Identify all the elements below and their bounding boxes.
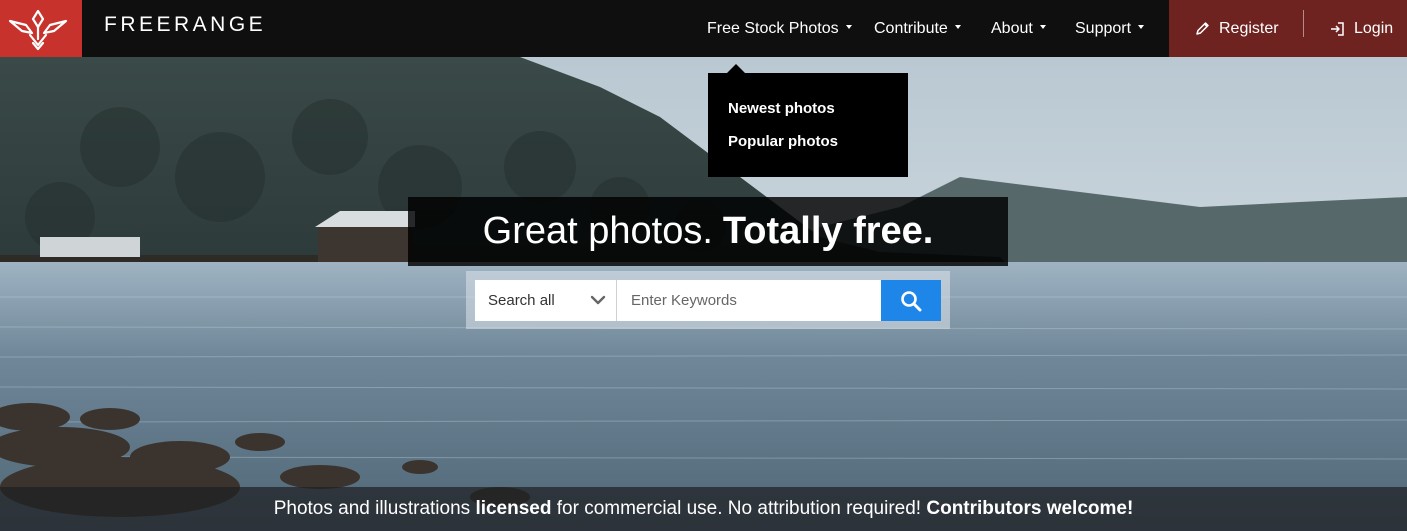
tagline-bold2: Contributors welcome! <box>926 498 1134 519</box>
headline-bold: Totally free. <box>722 210 934 252</box>
nav-label: Contribute <box>874 19 948 37</box>
search-input[interactable] <box>617 280 881 321</box>
top-navigation-bar: FREERANGE Free Stock Photos Contribute A… <box>0 0 1407 57</box>
caret-down-icon <box>845 24 852 29</box>
caret-down-icon <box>1138 24 1145 29</box>
tagline-part1: Photos and illustrations <box>273 498 476 519</box>
search-icon <box>901 290 922 311</box>
login-icon <box>1331 21 1344 36</box>
tagline-part2: for commercial use. No attribution requi… <box>551 498 927 519</box>
tagline-bar: Photos and illustrations licensed for co… <box>0 487 1407 531</box>
register-button[interactable]: Register <box>1195 0 1279 57</box>
nav-contribute[interactable]: Contribute <box>874 0 961 57</box>
auth-area: Register Login <box>1169 0 1407 57</box>
pencil-icon <box>1196 22 1209 35</box>
login-label: Login <box>1354 19 1394 37</box>
logo[interactable] <box>0 0 82 57</box>
dropdown-item-popular-photos[interactable]: Popular photos <box>728 133 838 150</box>
divider <box>1303 10 1304 37</box>
search-button[interactable] <box>881 280 941 321</box>
login-button[interactable]: Login <box>1329 0 1393 57</box>
nav-about[interactable]: About <box>991 0 1046 57</box>
search-bar: Search all <box>466 271 950 329</box>
nav-label: About <box>991 19 1033 37</box>
nav-label: Support <box>1075 19 1132 37</box>
dropdown-item-newest-photos[interactable]: Newest photos <box>728 100 835 117</box>
search-category-select[interactable]: Search all <box>475 280 617 321</box>
hero-banner: Great photos. Totally free. Search all P… <box>0 57 1407 531</box>
register-label: Register <box>1219 19 1279 37</box>
nav-label: Free Stock Photos <box>707 19 839 37</box>
free-stock-photos-dropdown: Newest photos Popular photos <box>708 64 908 177</box>
caret-down-icon <box>1039 24 1046 29</box>
nav-support[interactable]: Support <box>1075 0 1145 57</box>
winged-bird-logo-icon <box>8 9 68 51</box>
chevron-down-icon <box>590 295 606 305</box>
brand-name[interactable]: FREERANGE <box>104 13 266 37</box>
search-category-label: Search all <box>488 292 555 309</box>
headline-light: Great photos. <box>482 210 713 252</box>
tagline-bold1: licensed <box>475 498 552 519</box>
nav-free-stock-photos[interactable]: Free Stock Photos <box>707 0 852 57</box>
caret-down-icon <box>954 24 961 29</box>
hero-headline: Great photos. Totally free. <box>408 197 1008 266</box>
